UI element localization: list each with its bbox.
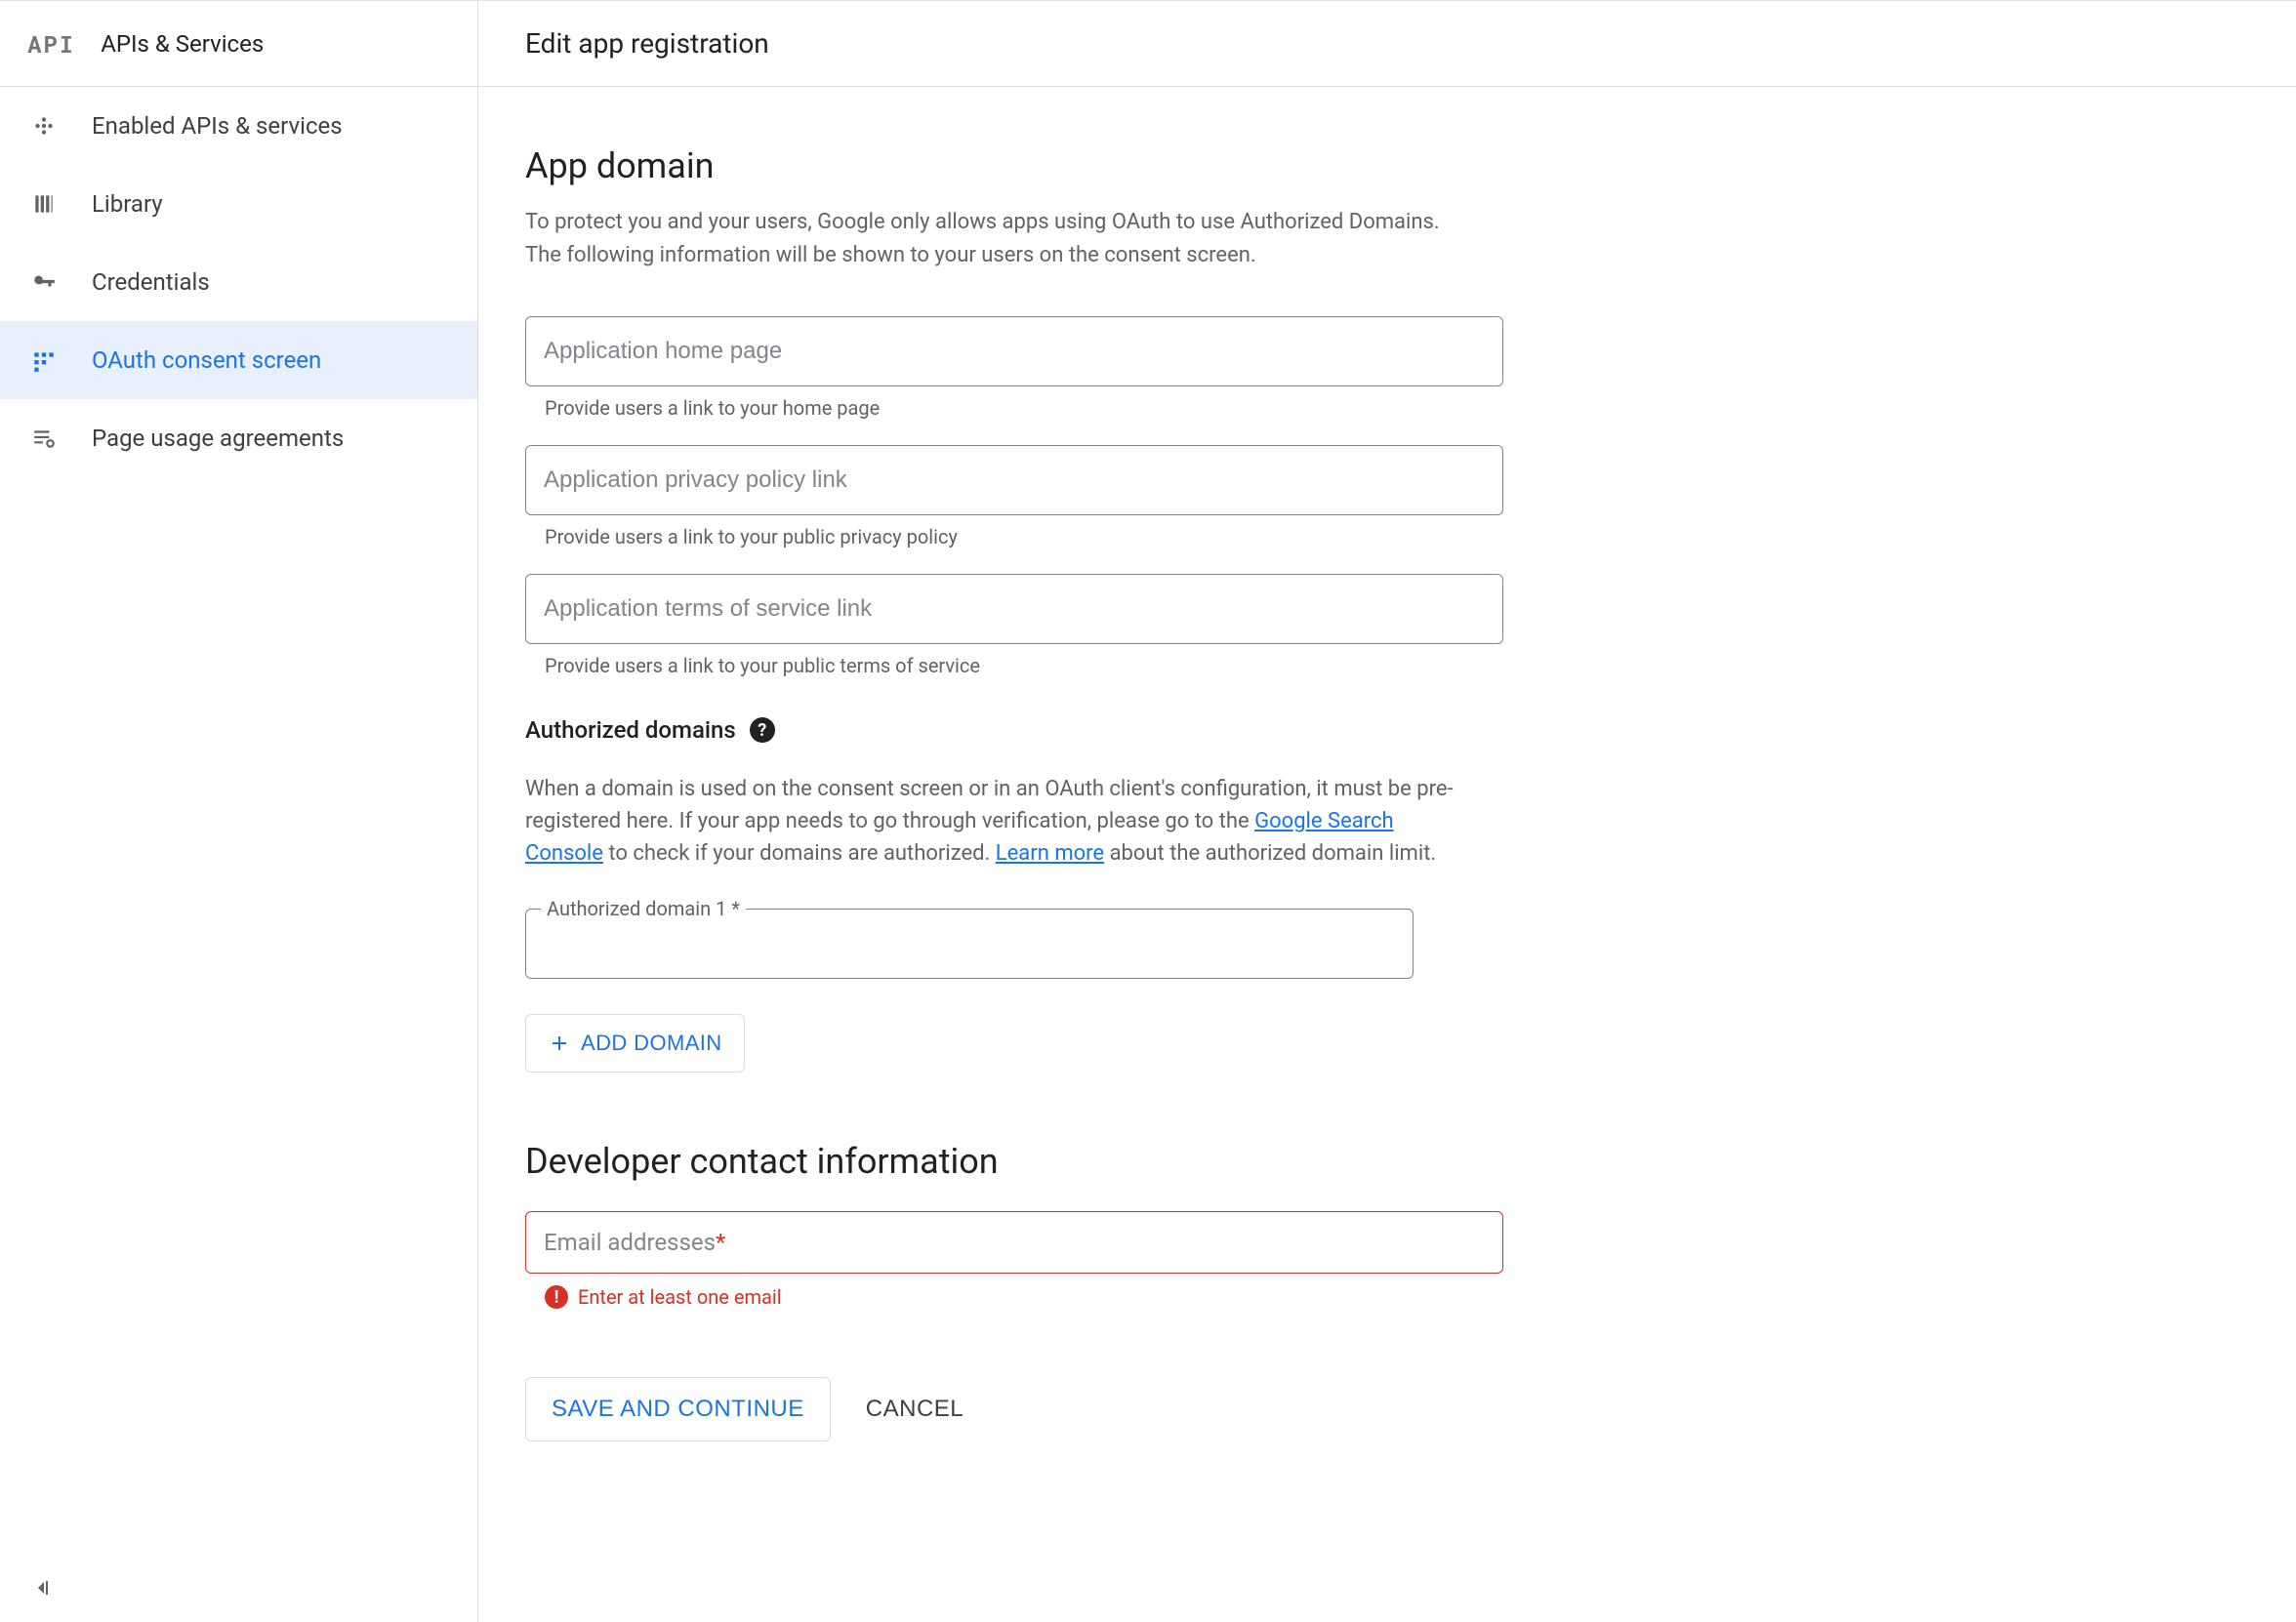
add-domain-button[interactable]: ADD DOMAIN xyxy=(525,1014,745,1073)
library-icon xyxy=(29,189,59,219)
app-domain-heading: App domain xyxy=(525,145,1466,186)
save-and-continue-button[interactable]: SAVE AND CONTINUE xyxy=(525,1377,831,1441)
error-icon: ! xyxy=(545,1285,568,1309)
sidebar-title: APIs & Services xyxy=(101,30,264,58)
sidebar-header: API APIs & Services xyxy=(0,1,477,87)
sidebar-item-label: Enabled APIs & services xyxy=(92,112,343,140)
application-tos-helper: Provide users a link to your public term… xyxy=(525,644,1466,677)
sidebar-item-label: Page usage agreements xyxy=(92,425,344,452)
email-error-text: Enter at least one email xyxy=(578,1285,782,1309)
sidebar-item-enabled-apis[interactable]: Enabled APIs & services xyxy=(0,87,477,165)
application-home-page-helper: Provide users a link to your home page xyxy=(525,386,1466,420)
application-privacy-policy-input[interactable] xyxy=(525,445,1503,515)
page-title: Edit app registration xyxy=(478,1,2296,87)
authorized-domain-1-field: Authorized domain 1 * xyxy=(525,909,1414,979)
sidebar-item-oauth-consent[interactable]: OAuth consent screen xyxy=(0,321,477,399)
application-tos-input[interactable] xyxy=(525,574,1503,644)
collapse-sidebar-button[interactable] xyxy=(27,1573,57,1602)
cancel-button[interactable]: CANCEL xyxy=(866,1396,964,1423)
sidebar-item-page-usage-agreements[interactable]: Page usage agreements xyxy=(0,399,477,477)
enabled-apis-icon xyxy=(29,111,59,141)
help-icon[interactable]: ? xyxy=(750,717,775,743)
application-privacy-policy-helper: Provide users a link to your public priv… xyxy=(525,515,1466,548)
sidebar-nav: Enabled APIs & services Library Credenti… xyxy=(0,87,477,477)
sidebar-item-label: Credentials xyxy=(92,268,210,296)
api-logo: API xyxy=(27,28,75,60)
agreements-icon xyxy=(29,424,59,453)
learn-more-link[interactable]: Learn more xyxy=(996,841,1104,866)
sidebar-item-library[interactable]: Library xyxy=(0,165,477,243)
authorized-domains-description: When a domain is used on the consent scr… xyxy=(525,773,1466,870)
email-addresses-input[interactable]: Email addresses * xyxy=(525,1211,1503,1274)
application-home-page-input[interactable] xyxy=(525,316,1503,386)
sidebar-item-label: Library xyxy=(92,190,163,218)
sidebar-item-label: OAuth consent screen xyxy=(92,346,321,374)
content: App domain To protect you and your users… xyxy=(478,87,1513,1480)
sidebar: API APIs & Services Enabled APIs & servi… xyxy=(0,0,478,1622)
developer-contact-heading: Developer contact information xyxy=(525,1141,1466,1182)
sidebar-item-credentials[interactable]: Credentials xyxy=(0,243,477,321)
oauth-consent-icon xyxy=(29,345,59,375)
authorized-domains-heading: Authorized domains xyxy=(525,716,736,744)
plus-icon xyxy=(548,1032,571,1055)
main: Edit app registration App domain To prot… xyxy=(478,0,2296,1622)
authorized-domain-1-label: Authorized domain 1 * xyxy=(541,897,746,920)
add-domain-label: ADD DOMAIN xyxy=(581,1031,722,1056)
app-domain-description: To protect you and your users, Google on… xyxy=(525,206,1466,272)
email-error: ! Enter at least one email xyxy=(525,1274,1466,1309)
key-icon xyxy=(29,267,59,297)
